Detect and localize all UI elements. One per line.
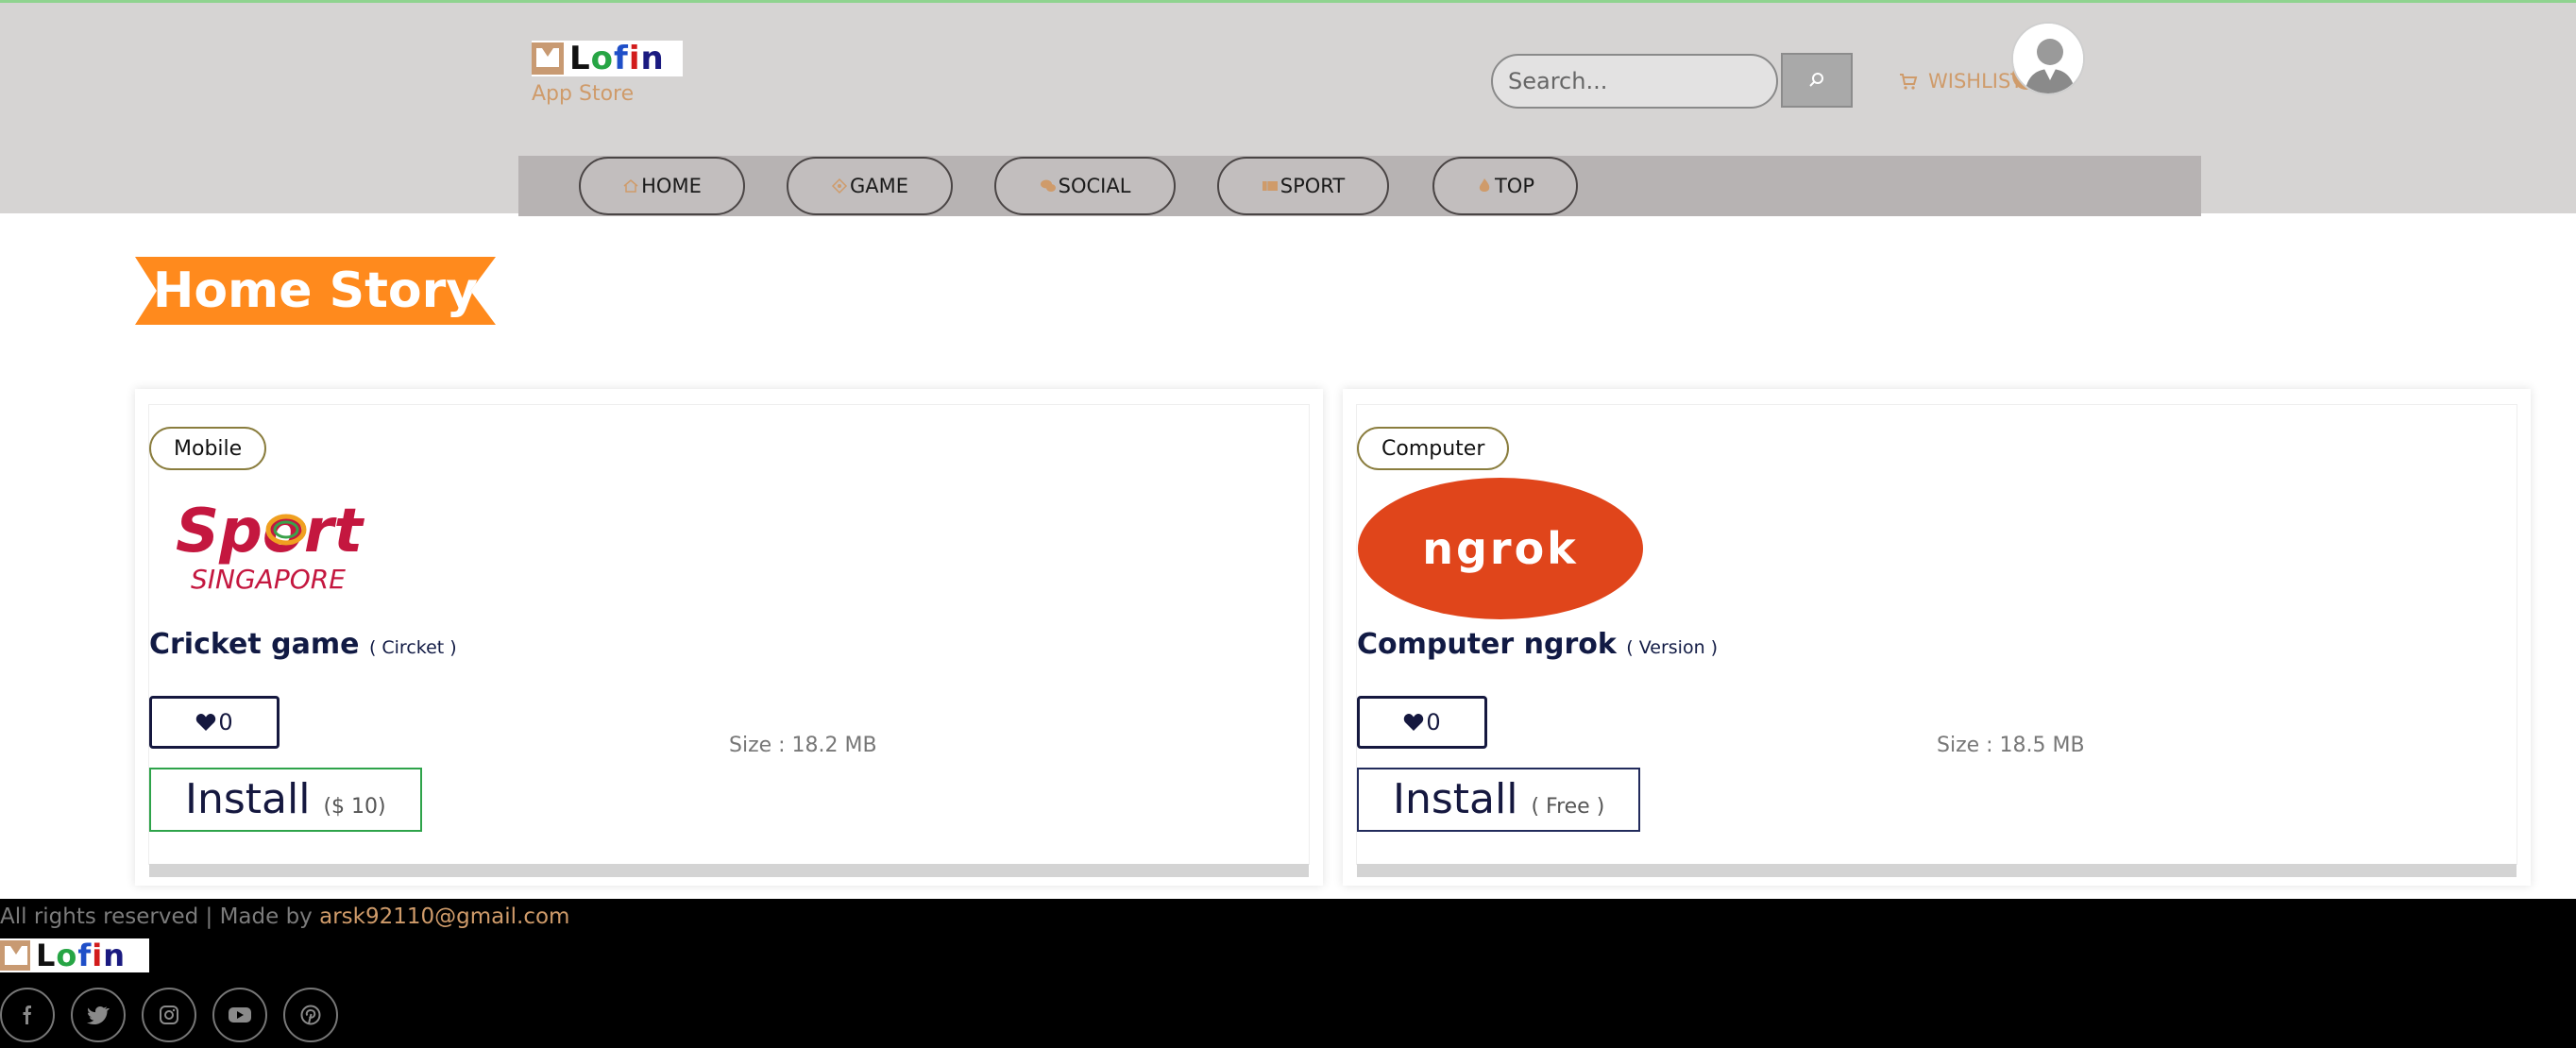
nav-sport[interactable]: SPORT bbox=[1217, 157, 1389, 215]
like-count: 0 bbox=[1426, 709, 1441, 735]
app-card-body: Mobile Sport SINGAPORE Cricket game ( Ci… bbox=[148, 404, 1310, 877]
progress-bar bbox=[1357, 864, 2517, 877]
copyright-label: All rights reserved | Made by bbox=[0, 904, 313, 929]
app-title: Cricket game ( Circket ) bbox=[149, 628, 457, 661]
app-title-text: Cricket game bbox=[149, 628, 360, 661]
user-avatar[interactable] bbox=[2011, 22, 2085, 95]
app-subtitle: ( Version ) bbox=[1626, 637, 1719, 658]
section-title: Home Story bbox=[152, 262, 479, 319]
app-size: Size : 18.2 MB bbox=[729, 734, 877, 757]
brand-subtitle: App Store bbox=[532, 82, 635, 106]
youtube-link[interactable] bbox=[212, 988, 267, 1042]
nav-game[interactable]: GAME bbox=[787, 157, 953, 215]
chat-icon bbox=[1040, 179, 1056, 192]
nav-top-label: TOP bbox=[1494, 175, 1535, 197]
logo-mark-icon bbox=[0, 940, 30, 971]
app-logo-image: Sport SINGAPORE bbox=[176, 497, 364, 595]
category-tag: Computer bbox=[1357, 427, 1510, 470]
app-price: ( Free ) bbox=[1531, 795, 1605, 819]
nav-home[interactable]: HOME bbox=[579, 157, 745, 215]
app-size: Size : 18.5 MB bbox=[1937, 734, 2085, 757]
heart-icon bbox=[196, 714, 216, 731]
youtube-icon bbox=[229, 1007, 251, 1023]
app-logo-text-sub: SINGAPORE bbox=[191, 564, 346, 595]
fire-icon bbox=[1479, 178, 1490, 192]
section-title-ribbon: Home Story bbox=[135, 257, 496, 325]
nav-social-label: SOCIAL bbox=[1058, 175, 1131, 197]
instagram-icon bbox=[160, 1006, 178, 1024]
search-button[interactable] bbox=[1781, 53, 1853, 108]
site-header: Lofin App Store WISHLIST HOME bbox=[0, 0, 2576, 216]
like-button[interactable]: 0 bbox=[1357, 696, 1487, 749]
main-navbar: HOME GAME SOCIAL SPORT TOP bbox=[518, 156, 2201, 216]
nav-social[interactable]: SOCIAL bbox=[994, 157, 1176, 215]
twitter-link[interactable] bbox=[71, 988, 126, 1042]
wishlist-label: WISHLIST bbox=[1928, 70, 2024, 93]
avatar-icon bbox=[2013, 24, 2083, 93]
twitter-icon bbox=[87, 1006, 110, 1024]
nav-home-label: HOME bbox=[641, 175, 702, 197]
author-email-link[interactable]: arsk92110@gmail.com bbox=[319, 904, 569, 929]
nav-top[interactable]: TOP bbox=[1432, 157, 1578, 215]
footer-logo[interactable]: Lofin bbox=[0, 938, 149, 972]
progress-bar bbox=[149, 864, 1309, 877]
app-card[interactable]: Computer ngrok Computer ngrok ( Version … bbox=[1343, 389, 2531, 886]
search-input[interactable] bbox=[1491, 54, 1778, 109]
nav-game-label: GAME bbox=[849, 175, 909, 197]
heart-icon bbox=[1404, 714, 1424, 731]
pinterest-link[interactable] bbox=[283, 988, 338, 1042]
install-button[interactable]: Install ( Free ) bbox=[1357, 768, 1641, 832]
instagram-link[interactable] bbox=[142, 988, 196, 1042]
brand-logo[interactable]: Lofin bbox=[532, 41, 683, 76]
like-count: 0 bbox=[218, 709, 233, 735]
facebook-icon bbox=[23, 1006, 31, 1024]
app-logo-text-main: ngrok bbox=[1422, 523, 1579, 574]
pinterest-icon bbox=[300, 1005, 321, 1025]
site-footer: All rights reserved | Made by arsk92110@… bbox=[0, 899, 2576, 1048]
category-tag: Mobile bbox=[149, 427, 267, 470]
cart-icon bbox=[1900, 74, 1918, 90]
install-label: Install bbox=[185, 775, 311, 823]
install-label: Install bbox=[1393, 775, 1518, 823]
app-subtitle: ( Circket ) bbox=[368, 637, 457, 658]
app-title: Computer ngrok ( Version ) bbox=[1357, 628, 1718, 661]
app-price: ($ 10) bbox=[323, 795, 386, 819]
app-card-body: Computer ngrok Computer ngrok ( Version … bbox=[1356, 404, 2517, 877]
facebook-link[interactable] bbox=[0, 988, 55, 1042]
search-icon bbox=[1809, 73, 1823, 87]
copyright-text: All rights reserved | Made by arsk92110@… bbox=[0, 904, 569, 929]
like-button[interactable]: 0 bbox=[149, 696, 280, 749]
app-logo-image: ngrok bbox=[1358, 478, 1643, 619]
game-icon bbox=[831, 177, 848, 194]
app-card[interactable]: Mobile Sport SINGAPORE Cricket game ( Ci… bbox=[135, 389, 1323, 886]
logo-mark-icon bbox=[532, 42, 564, 75]
ticket-icon bbox=[1262, 181, 1278, 191]
wishlist-link[interactable]: WISHLIST bbox=[1898, 67, 2023, 95]
app-title-text: Computer ngrok bbox=[1357, 628, 1617, 661]
brand-name: Lofin bbox=[569, 40, 665, 77]
home-icon bbox=[623, 179, 638, 193]
footer-brand-name: Lofin bbox=[36, 938, 127, 973]
nav-sport-label: SPORT bbox=[1280, 175, 1346, 197]
install-button[interactable]: Install ($ 10) bbox=[149, 768, 422, 832]
